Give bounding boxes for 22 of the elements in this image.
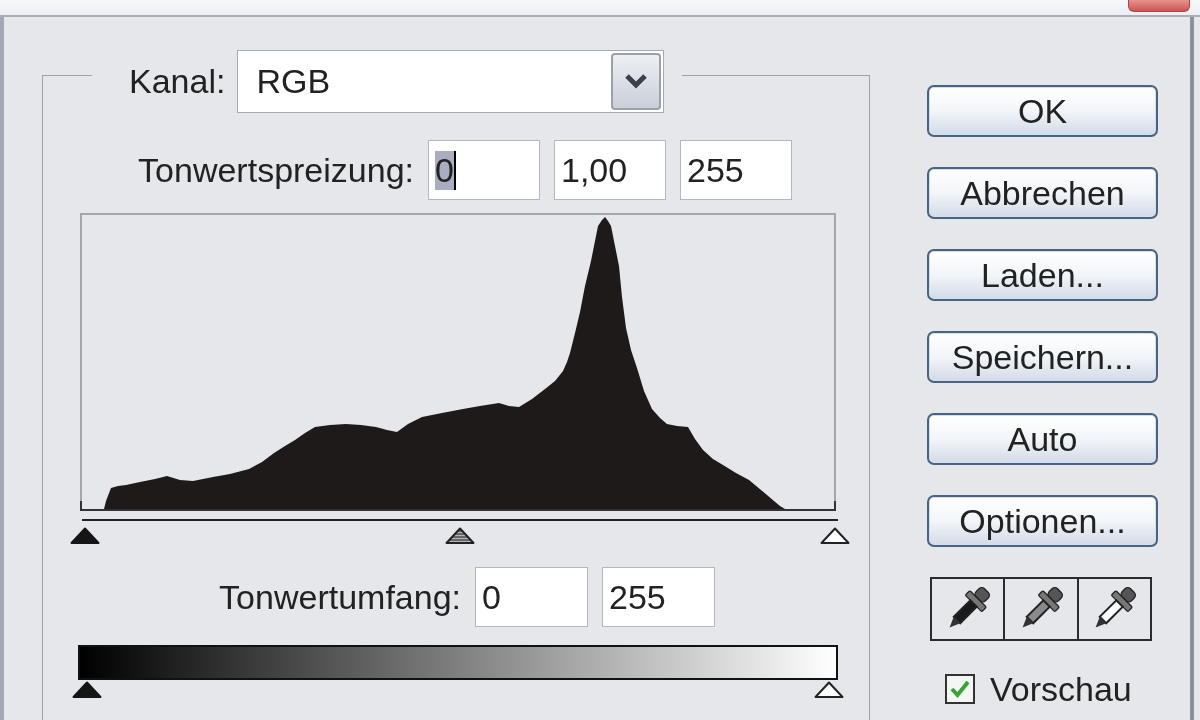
channel-dropdown[interactable]: RGB: [237, 50, 665, 113]
slider-thumb[interactable]: [70, 527, 100, 544]
dialog-button[interactable]: Speichern...: [927, 331, 1158, 383]
slider-thumb[interactable]: [820, 527, 850, 544]
input-field[interactable]: 0: [428, 140, 540, 200]
input-field[interactable]: 255: [602, 567, 715, 627]
dialog-button[interactable]: Optionen...: [927, 495, 1158, 547]
checkbox[interactable]: [945, 674, 975, 704]
input-field[interactable]: 255: [680, 140, 792, 200]
dialog-button[interactable]: Laden...: [927, 249, 1158, 301]
checkbox-label[interactable]: Vorschau: [990, 669, 1132, 709]
dialog-button[interactable]: Auto: [927, 413, 1158, 465]
input-field[interactable]: 1,00: [554, 140, 666, 200]
input-field[interactable]: 0: [475, 567, 588, 627]
close-button[interactable]: [1128, 0, 1190, 12]
chevron-down-icon: [611, 53, 662, 110]
slider-thumb[interactable]: [445, 527, 475, 544]
output-levels-label: Tonwertumfang:: [218, 577, 461, 617]
input-levels-label: Tonwertspreizung:: [137, 150, 414, 190]
dialog-button[interactable]: OK: [927, 85, 1158, 137]
dialog-button[interactable]: Abbrechen: [927, 167, 1158, 219]
channel-label: Kanal:: [129, 62, 226, 101]
